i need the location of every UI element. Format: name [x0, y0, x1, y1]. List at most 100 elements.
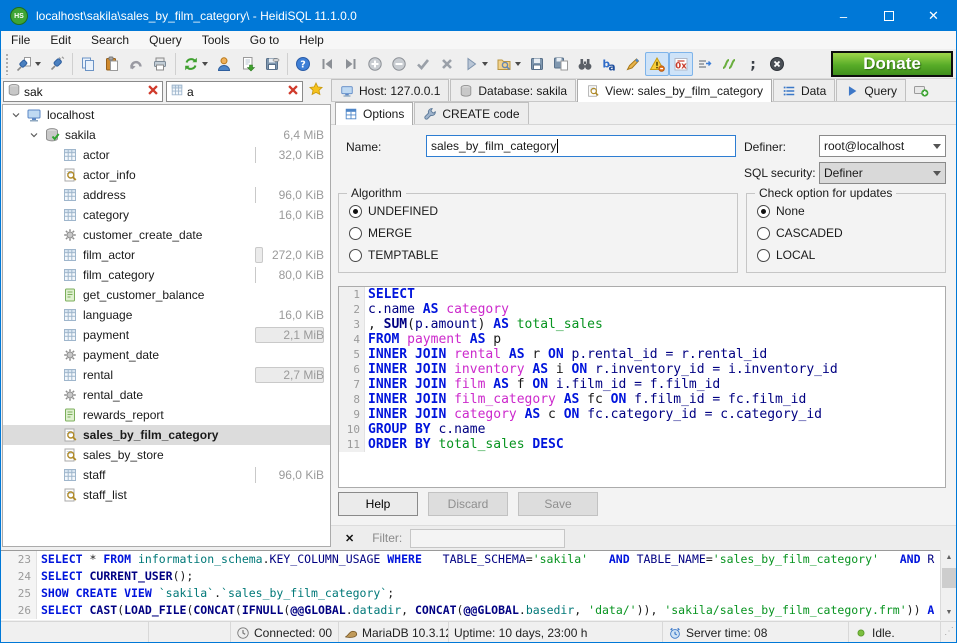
radio-icon[interactable]: [349, 205, 362, 218]
tree-item-rewards_report[interactable]: rewards_report: [3, 405, 330, 425]
last-row-button[interactable]: [339, 52, 363, 76]
scroll-down-icon[interactable]: ▼: [941, 605, 957, 620]
help-button[interactable]: Help: [338, 492, 418, 516]
menu-query[interactable]: Query: [139, 31, 192, 49]
load-sql-file-button[interactable]: [492, 52, 525, 76]
undo-button[interactable]: [124, 52, 148, 76]
delimiter-button[interactable]: ;: [741, 52, 765, 76]
tab-host[interactable]: Host: 127.0.0.1: [331, 79, 449, 101]
toolbar-grip[interactable]: [5, 53, 10, 75]
tree-item-staff_list[interactable]: staff_list: [3, 485, 330, 505]
tree-item-rental[interactable]: rental2,7 MiB: [3, 365, 330, 385]
subtab-create-code[interactable]: CREATE code: [414, 102, 528, 124]
view-body-editor[interactable]: 1SELECT2c.name AS category3, SUM(p.amoun…: [338, 286, 946, 488]
tree-item-localhost[interactable]: localhost: [3, 105, 330, 125]
database-filter[interactable]: sak: [3, 81, 163, 102]
dropdown-arrow-icon[interactable]: [482, 62, 488, 66]
copy-button[interactable]: [76, 52, 100, 76]
disconnect-button[interactable]: [45, 52, 69, 76]
tab-query[interactable]: Query: [836, 79, 906, 101]
query-parameters-button[interactable]: [693, 52, 717, 76]
radio-icon[interactable]: [349, 249, 362, 262]
tree-item-staff[interactable]: staff96,0 KiB: [3, 465, 330, 485]
radio-merge[interactable]: MERGE: [349, 226, 412, 240]
tree-item-customer_create_date[interactable]: customer_create_date: [3, 225, 330, 245]
help-button[interactable]: ?: [291, 52, 315, 76]
reconnect-button[interactable]: [717, 52, 741, 76]
find-text-button[interactable]: [573, 52, 597, 76]
radio-icon[interactable]: [757, 205, 770, 218]
paste-button[interactable]: [100, 52, 124, 76]
close-button[interactable]: ✕: [911, 1, 956, 31]
favorites-button[interactable]: [303, 81, 329, 102]
filter-input[interactable]: [410, 529, 565, 548]
table-filter[interactable]: a: [166, 81, 303, 102]
tab-database[interactable]: Database: sakila: [450, 79, 576, 101]
menu-help[interactable]: Help: [289, 31, 334, 49]
tree-item-payment_date[interactable]: payment_date: [3, 345, 330, 365]
tree-item-get_customer_balance[interactable]: get_customer_balance: [3, 285, 330, 305]
close-filter-icon[interactable]: ✕: [345, 532, 354, 545]
tree-item-sales_by_film_category[interactable]: sales_by_film_category: [3, 425, 330, 445]
resize-grip[interactable]: ⋰: [944, 626, 954, 637]
tree-item-language[interactable]: language16,0 KiB: [3, 305, 330, 325]
save-blob-button[interactable]: [260, 52, 284, 76]
run-query-button[interactable]: [459, 52, 492, 76]
menu-file[interactable]: File: [1, 31, 40, 49]
stop-on-errors-button[interactable]: [645, 52, 669, 76]
radio-temptable[interactable]: TEMPTABLE: [349, 248, 438, 262]
cancel-editing-button[interactable]: [435, 52, 459, 76]
menu-go-to[interactable]: Go to: [240, 31, 289, 49]
radio-icon[interactable]: [757, 249, 770, 262]
tree-item-payment[interactable]: payment2,1 MiB: [3, 325, 330, 345]
first-row-button[interactable]: [315, 52, 339, 76]
tree-item-actor_info[interactable]: actor_info: [3, 165, 330, 185]
insert-row-button[interactable]: [363, 52, 387, 76]
log-scrollbar[interactable]: ▲ ▼: [940, 550, 956, 620]
print-button[interactable]: [148, 52, 172, 76]
user-manager-button[interactable]: [212, 52, 236, 76]
menu-edit[interactable]: Edit: [40, 31, 81, 49]
radio-local[interactable]: LOCAL: [757, 248, 815, 262]
cancel-query-button[interactable]: [765, 52, 789, 76]
reformat-sql-button[interactable]: [621, 52, 645, 76]
radio-none[interactable]: None: [757, 204, 805, 218]
delete-row-button[interactable]: [387, 52, 411, 76]
definer-select[interactable]: root@localhost: [819, 135, 946, 157]
save-sql-as-button[interactable]: [549, 52, 573, 76]
clear-filter-icon[interactable]: [286, 83, 300, 100]
tab-view[interactable]: View: sales_by_film_category: [577, 79, 772, 102]
minimize-button[interactable]: –: [821, 1, 866, 31]
dropdown-arrow-icon[interactable]: [35, 62, 41, 66]
radio-icon[interactable]: [757, 227, 770, 240]
radio-icon[interactable]: [349, 227, 362, 240]
menu-search[interactable]: Search: [81, 31, 139, 49]
export-database-button[interactable]: [236, 52, 260, 76]
clear-filter-icon[interactable]: [146, 83, 160, 100]
save-sql-button[interactable]: [525, 52, 549, 76]
new-query-tab[interactable]: [907, 79, 935, 101]
scroll-up-icon[interactable]: ▲: [941, 550, 957, 565]
session-manager-button[interactable]: [12, 52, 45, 76]
dropdown-arrow-icon[interactable]: [202, 62, 208, 66]
tree-item-rental_date[interactable]: rental_date: [3, 385, 330, 405]
hex-view-button[interactable]: 0x: [669, 52, 693, 76]
donate-button[interactable]: Donate: [831, 51, 953, 77]
tree-item-sakila[interactable]: sakila6,4 MiB: [3, 125, 330, 145]
tree-item-film_category[interactable]: film_category80,0 KiB: [3, 265, 330, 285]
scrollbar-thumb[interactable]: [942, 568, 956, 588]
tab-data[interactable]: Data: [773, 79, 835, 101]
tree-item-address[interactable]: address96,0 KiB: [3, 185, 330, 205]
radio-undefined[interactable]: UNDEFINED: [349, 204, 438, 218]
tree-item-category[interactable]: category16,0 KiB: [3, 205, 330, 225]
sql-log[interactable]: 23SELECT * FROM information_schema.KEY_C…: [1, 550, 956, 620]
subtab-options[interactable]: Options: [335, 102, 413, 125]
dropdown-arrow-icon[interactable]: [515, 62, 521, 66]
post-changes-button[interactable]: [411, 52, 435, 76]
tree-item-actor[interactable]: actor32,0 KiB: [3, 145, 330, 165]
replace-text-button[interactable]: ba: [597, 52, 621, 76]
refresh-button[interactable]: [179, 52, 212, 76]
tree-item-film_actor[interactable]: film_actor272,0 KiB: [3, 245, 330, 265]
radio-cascaded[interactable]: CASCADED: [757, 226, 843, 240]
name-input[interactable]: sales_by_film_category: [426, 135, 736, 157]
